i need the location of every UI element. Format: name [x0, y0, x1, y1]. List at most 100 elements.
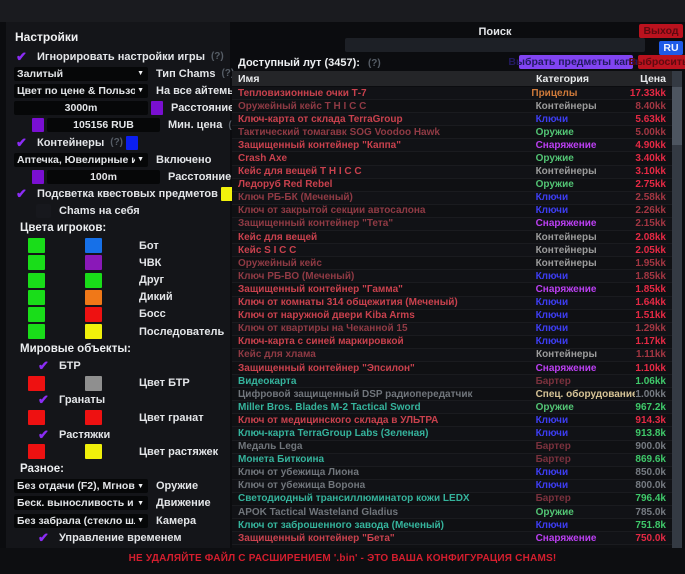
- loot-item-category: Ключи: [536, 310, 636, 321]
- loot-item-price: 869.6k: [635, 454, 672, 465]
- loot-row[interactable]: Ключ-карта с синей маркировкойКлючи1.17k…: [232, 336, 672, 349]
- color-swatch-type[interactable]: [85, 410, 102, 425]
- language-button[interactable]: RU: [659, 41, 683, 55]
- checkbox[interactable]: ✔: [36, 531, 51, 545]
- color-swatch[interactable]: [32, 118, 44, 132]
- select-kappa-button[interactable]: Выбрать предметы каппа: [519, 55, 633, 69]
- loot-item-name: Ключ от наружной двери Kiba Arms: [232, 310, 536, 321]
- checkbox[interactable]: ✔: [14, 136, 29, 150]
- color-swatch-visible[interactable]: [28, 324, 45, 339]
- loot-row[interactable]: Ключ от наружной двери Kiba ArmsКлючи1.5…: [232, 310, 672, 323]
- loot-row[interactable]: Цифровой защищенный DSP радиопередатчикС…: [232, 388, 672, 401]
- loot-scrollbar-thumb[interactable]: [672, 87, 682, 145]
- dropdown[interactable]: Цвет по цене & Пользователь▼: [14, 84, 148, 98]
- dropdown-label: Тип Chams: [156, 68, 215, 80]
- loot-row[interactable]: Монета БиткоинаБартер869.6k: [232, 454, 672, 467]
- loot-row[interactable]: Тепловизионные очки Т-7Прицелы17.33kk: [232, 87, 672, 100]
- exit-button[interactable]: Выход: [639, 24, 683, 38]
- column-header-price[interactable]: Цена: [636, 73, 672, 85]
- color-swatch-visible[interactable]: [28, 273, 45, 288]
- loot-row[interactable]: Кейс для вещей T H I C CКонтейнеры3.10kk: [232, 166, 672, 179]
- color-swatch-visible[interactable]: [28, 290, 45, 305]
- loot-row[interactable]: Медаль LegaБартер900.0k: [232, 441, 672, 454]
- loot-row[interactable]: Защищенный контейнер "Гамма"Снаряжение1.…: [232, 283, 672, 296]
- loot-row[interactable]: Ключ от убежища ЛионаКлючи850.0k: [232, 467, 672, 480]
- value-input[interactable]: 3000m: [14, 101, 148, 115]
- loot-row[interactable]: Защищенный контейнер "Эпсилон"Снаряжение…: [232, 362, 672, 375]
- loot-row[interactable]: Ключ РБ-БК (Меченый)Ключи2.58kk: [232, 192, 672, 205]
- color-swatch-type[interactable]: [85, 255, 102, 270]
- search-input[interactable]: [345, 38, 645, 52]
- column-header-name[interactable]: Имя: [232, 73, 536, 85]
- loot-row[interactable]: Кейс для хламаКонтейнеры1.11kk: [232, 349, 672, 362]
- help-icon[interactable]: (?): [211, 51, 224, 62]
- loot-item-name: Ключ от закрытой секции автосалона: [232, 205, 536, 216]
- loot-row[interactable]: Кейс для вещейКонтейнеры2.08kk: [232, 231, 672, 244]
- dropdown[interactable]: Залитый▼: [14, 67, 148, 81]
- help-icon[interactable]: (?): [110, 137, 123, 148]
- loot-row[interactable]: Miller Bros. Blades M-2 Tactical SwordОр…: [232, 401, 672, 414]
- checkbox[interactable]: ✔: [14, 187, 29, 201]
- color-swatch-type[interactable]: [85, 307, 102, 322]
- dropdown[interactable]: Без забрала (стекло шлема)▼: [14, 514, 148, 528]
- dropdown[interactable]: Беск. выносливость и нет уста▼: [14, 496, 148, 510]
- value-input[interactable]: 100m: [47, 170, 160, 184]
- color-swatch-visible[interactable]: [28, 238, 45, 253]
- checkbox[interactable]: ✔: [36, 393, 51, 407]
- loot-row[interactable]: Защищенный контейнер "Тета"Снаряжение2.1…: [232, 218, 672, 231]
- color-swatch-type[interactable]: [85, 290, 102, 305]
- color-swatch-type[interactable]: [85, 444, 102, 459]
- loot-row[interactable]: Ключ от медицинского склада в УЛЬТРАКлюч…: [232, 414, 672, 427]
- color-swatch-visible[interactable]: [28, 255, 45, 270]
- loot-item-category: Бартер: [536, 493, 636, 504]
- loot-row[interactable]: Защищенный контейнер "Бета"Снаряжение750…: [232, 532, 672, 545]
- loot-item-name: Кейс для вещей T H I C C: [232, 166, 536, 177]
- color-swatch-visible[interactable]: [28, 376, 45, 391]
- loot-row[interactable]: Ключ от заброшенного завода (Меченый)Клю…: [232, 519, 672, 532]
- loot-row[interactable]: Тактический томагавк SOG Voodoo HawkОруж…: [232, 126, 672, 139]
- checkbox[interactable]: ✔: [36, 428, 51, 442]
- checkbox[interactable]: [36, 204, 51, 218]
- loot-row[interactable]: Ключ от закрытой секции автосалонаКлючи2…: [232, 205, 672, 218]
- color-swatch-type[interactable]: [85, 238, 102, 253]
- color-swatch[interactable]: [126, 136, 138, 150]
- value-input[interactable]: 105156 RUB: [47, 118, 160, 132]
- loot-scrollbar[interactable]: [672, 71, 682, 548]
- loot-item-category: Снаряжение: [536, 363, 636, 374]
- color-swatch[interactable]: [32, 170, 44, 184]
- checkbox[interactable]: ✔: [14, 50, 29, 64]
- loot-row[interactable]: ВидеокартаБартер1.06kk: [232, 375, 672, 388]
- loot-row[interactable]: Ледоруб Red RebelОружие2.75kk: [232, 179, 672, 192]
- color-swatch-visible[interactable]: [28, 444, 45, 459]
- loot-item-category: Ключи: [536, 114, 636, 125]
- loot-row[interactable]: Кейс S I C CКонтейнеры2.05kk: [232, 244, 672, 257]
- dropdown[interactable]: Аптечка, Ювелирные и...▼: [14, 153, 148, 167]
- loot-row[interactable]: Crash AxeОружие3.40kk: [232, 152, 672, 165]
- loot-row[interactable]: Ключ от квартиры на Чеканной 15Ключи1.29…: [232, 323, 672, 336]
- loot-row[interactable]: Ключ РБ-ВО (Меченый)Ключи1.85kk: [232, 270, 672, 283]
- loot-item-name: Ключ РБ-ВО (Меченый): [232, 271, 536, 282]
- color-swatch[interactable]: [151, 101, 163, 115]
- settings-row: Цвет по цене & Пользователь▼На все айтем…: [6, 82, 230, 99]
- loot-row[interactable]: Оружейный кейс T H I C CКонтейнеры8.40kk: [232, 100, 672, 113]
- checkbox[interactable]: ✔: [36, 359, 51, 373]
- loot-row[interactable]: Оружейный кейсКонтейнеры1.95kk: [232, 257, 672, 270]
- color-swatch-type[interactable]: [85, 273, 102, 288]
- discard-all-button[interactable]: Выбросить все: [638, 55, 685, 69]
- color-swatch-visible[interactable]: [28, 410, 45, 425]
- loot-row[interactable]: Ключ-карта TerraGroup Labs (Зеленая)Ключ…: [232, 427, 672, 440]
- loot-title: Доступный лут (3457):(?): [238, 57, 381, 69]
- loot-row[interactable]: Ключ от убежища ВоронаКлючи800.0k: [232, 480, 672, 493]
- loot-row[interactable]: Ключ от комнаты 314 общежития (Меченый)К…: [232, 297, 672, 310]
- color-swatch-type[interactable]: [85, 324, 102, 339]
- loot-row[interactable]: Защищенный контейнер "Каппа"Снаряжение4.…: [232, 139, 672, 152]
- loot-item-category: Контейнеры: [536, 258, 636, 269]
- color-swatch-visible[interactable]: [28, 307, 45, 322]
- loot-row[interactable]: Ключ-карта от склада TerraGroupКлючи5.63…: [232, 113, 672, 126]
- column-header-category[interactable]: Категория: [536, 73, 636, 85]
- color-swatch-type[interactable]: [85, 376, 102, 391]
- dropdown[interactable]: Без отдачи (F2), Мгновенное п▼: [14, 479, 148, 493]
- settings-row: Цвет гранат: [6, 409, 230, 426]
- loot-row[interactable]: APOK Tactical Wasteland GladiusОружие785…: [232, 506, 672, 519]
- loot-row[interactable]: Светодиодный трансиллюминатор кожи LEDXБ…: [232, 493, 672, 506]
